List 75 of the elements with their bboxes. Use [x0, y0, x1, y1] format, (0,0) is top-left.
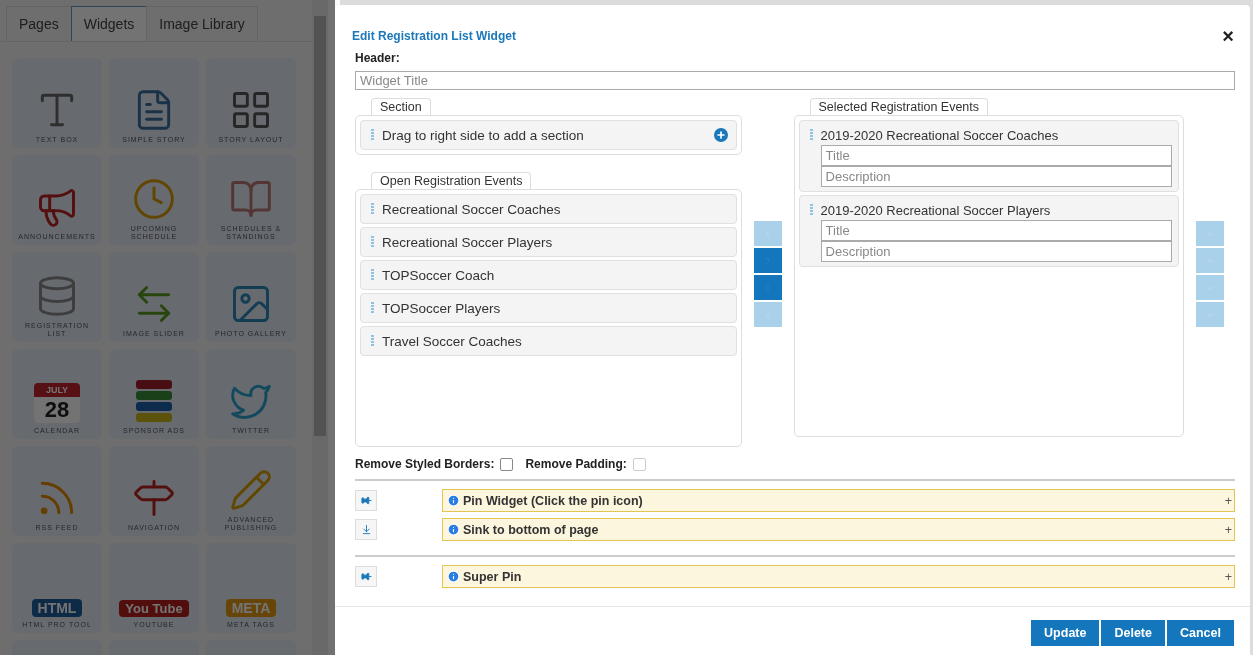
pin-option-bar[interactable]: Pin Widget (Click the pin icon) + — [442, 489, 1235, 512]
expand-toggle[interactable]: + — [1224, 522, 1232, 537]
item-label: Recreational Soccer Coaches — [382, 201, 562, 217]
info-icon — [447, 494, 460, 507]
event-item[interactable]: Recreational Soccer Players — [360, 227, 738, 257]
grip-icon — [809, 204, 813, 216]
section-item[interactable]: Drag to right side to add a section — [360, 120, 738, 150]
header-label: Header: — [355, 51, 401, 65]
move-button[interactable] — [754, 248, 783, 273]
move-button[interactable] — [754, 275, 783, 300]
pin-option-bar[interactable]: Super Pin + — [442, 565, 1235, 588]
download-icon — [360, 524, 372, 535]
dialog-button[interactable]: Delete — [1101, 620, 1165, 646]
grip-icon — [809, 129, 813, 141]
sidebar-tab[interactable]: Image Library — [146, 6, 258, 41]
selected-event[interactable]: 2019-2020 Recreational Soccer Coaches Title Description — [798, 120, 1179, 192]
expand-toggle[interactable]: + — [1224, 493, 1232, 508]
pin-icon — [360, 571, 372, 582]
header-input[interactable]: Widget Title — [355, 71, 1235, 90]
sidebar-tab[interactable]: Widgets — [70, 6, 148, 41]
item-label: Drag to right side to add a section — [382, 127, 585, 143]
description-input[interactable]: Description — [820, 241, 1172, 262]
event-item[interactable]: Recreational Soccer Coaches — [360, 194, 738, 224]
video-logo: You Tube — [119, 600, 189, 617]
selected-legend: Selected Registration Events — [809, 98, 989, 115]
pin-option-label: Pin Widget (Click the pin icon) — [463, 493, 644, 508]
grip-icon — [371, 302, 374, 314]
stacked-bars-icon — [134, 379, 174, 423]
add-icon[interactable] — [714, 128, 729, 142]
close-button[interactable]: × — [1222, 26, 1234, 46]
pin-option-label: Super Pin — [463, 569, 523, 584]
grip-icon — [371, 129, 374, 141]
sidebar-tab[interactable]: Pages — [6, 6, 72, 41]
dialog-title: Edit Registration List Widget — [352, 29, 516, 43]
grip-icon — [371, 236, 374, 248]
option-label: Remove Padding: — [525, 457, 627, 471]
events-legend: Open Registration Events — [371, 172, 532, 189]
grip-icon — [371, 269, 374, 281]
selected-event[interactable]: 2019-2020 Recreational Soccer Players Title Description — [798, 195, 1179, 267]
item-label: Recreational Soccer Players — [382, 234, 554, 250]
event-name: 2019-2020 Recreational Soccer Players — [820, 202, 1051, 218]
item-label: Travel Soccer Coaches — [382, 333, 523, 349]
clock-icon — [132, 177, 176, 221]
event-name: 2019-2020 Recreational Soccer Coaches — [820, 127, 1059, 143]
title-input[interactable]: Title — [820, 220, 1172, 241]
pin-option-bar[interactable]: Sink to bottom of page + — [442, 518, 1235, 541]
grip-icon — [371, 335, 374, 347]
plus-icon — [716, 130, 727, 140]
title-input[interactable]: Title — [820, 145, 1172, 166]
scrollbar[interactable] — [312, 0, 328, 655]
grip-icon — [371, 203, 374, 215]
dialog-button[interactable]: Cancel — [1167, 620, 1234, 646]
dialog-button[interactable]: Update — [1031, 620, 1100, 646]
calendar-day: 28 — [34, 397, 80, 423]
pin-option-label: Sink to bottom of page — [463, 522, 600, 537]
item-label: TOPSoccer Coach — [382, 267, 496, 283]
event-item[interactable]: Travel Soccer Coaches — [360, 326, 738, 356]
pencil-icon — [229, 468, 273, 512]
event-item[interactable]: TOPSoccer Players — [360, 293, 738, 323]
checkbox[interactable] — [500, 457, 514, 471]
pin-button[interactable] — [355, 490, 377, 511]
html-logo: HTML — [31, 599, 83, 617]
calendar-month: JULY — [34, 383, 80, 397]
info-icon — [447, 523, 460, 536]
section-legend: Section — [371, 98, 431, 115]
description-input[interactable]: Description — [820, 166, 1172, 187]
pin-icon — [360, 495, 372, 506]
option-label: Remove Styled Borders: — [355, 457, 495, 471]
item-label: TOPSoccer Players — [382, 300, 502, 316]
event-item[interactable]: TOPSoccer Coach — [360, 260, 738, 290]
pin-button[interactable] — [355, 566, 377, 587]
sink-button[interactable] — [355, 519, 377, 540]
meta-logo: META — [225, 599, 277, 617]
expand-toggle[interactable]: + — [1224, 569, 1232, 584]
info-icon — [447, 570, 460, 583]
